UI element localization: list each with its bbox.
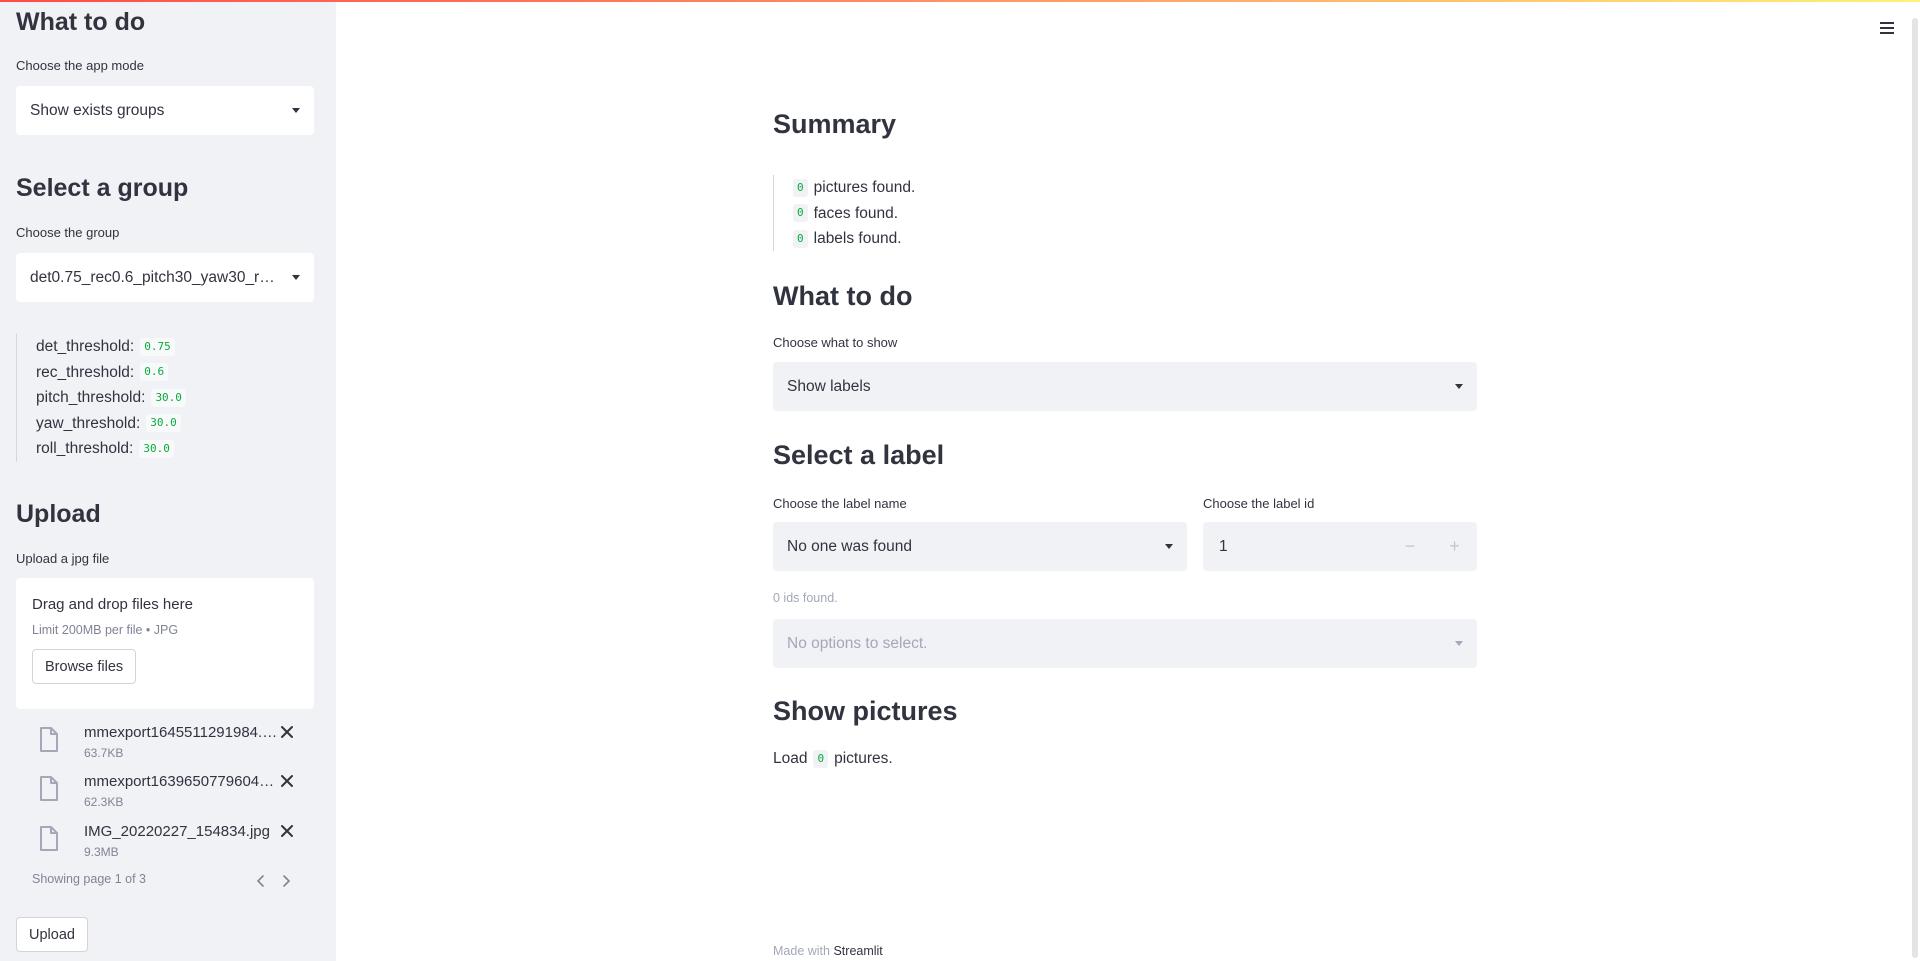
group-label: Choose the group [16, 225, 120, 240]
browse-files-button[interactable]: Browse files [32, 649, 137, 684]
upload-label: Upload a jpg file [16, 551, 110, 566]
top-decoration-bar [0, 0, 1920, 2]
group-params: det_threshold: 0.75 rec_threshold: 0.6 pit… [16, 334, 316, 462]
chevron-down-icon [1455, 641, 1463, 646]
file-icon [40, 776, 58, 801]
increment-button[interactable]: + [1432, 522, 1477, 571]
app-mode-label: Choose the app mode [16, 58, 144, 73]
param-value: 30.0 [146, 414, 181, 433]
sidebar-mode-heading: What to do [16, 8, 146, 36]
param-row: det_threshold: 0.75 [36, 334, 316, 360]
load-count: 0 [813, 750, 829, 768]
file-dropzone[interactable]: Drag and drop files here Limit 200MB per… [16, 578, 314, 709]
summary-block: 0 pictures found. 0 faces found. 0 labels f… [773, 175, 915, 251]
close-icon[interactable] [280, 774, 294, 788]
app-mode-select[interactable]: Show exists groups [16, 86, 314, 135]
label-id-label: Choose the label id [1203, 496, 1315, 511]
uploaded-file: mmexport1645511291984.jpg 63.7KB [36, 723, 306, 769]
sidebar: What to do Choose the app mode Show exis… [0, 0, 336, 961]
uploaded-file: mmexport1639650779604.jpg 62.3KB [36, 772, 306, 818]
param-value: 0.6 [140, 363, 169, 382]
summary-row: 0 pictures found. [793, 175, 915, 201]
chevron-left-icon[interactable] [255, 874, 267, 888]
footer: Made with Streamlit [773, 944, 883, 958]
group-value: det0.75_rec0.6_pitch30_yaw30_roll30 [30, 268, 282, 286]
show-value: Show labels [787, 377, 871, 395]
label-name-label: Choose the label name [773, 496, 907, 511]
scrollbar[interactable] [1912, 18, 1918, 958]
summary-row: 0 labels found. [793, 226, 915, 252]
file-size: 63.7KB [84, 746, 124, 760]
file-size: 9.3MB [84, 845, 119, 859]
param-row: yaw_threshold: 30.0 [36, 411, 316, 437]
label-name-value: No one was found [787, 537, 912, 555]
options-placeholder: No options to select. [787, 634, 928, 652]
chevron-down-icon [292, 108, 300, 113]
limit-text: Limit 200MB per file • JPG [32, 623, 179, 637]
main-content: Summary 0 pictures found. 0 faces found. 0… [336, 0, 1920, 961]
file-size: 62.3KB [84, 795, 124, 809]
file-name: IMG_20220227_154834.jpg [84, 823, 270, 840]
chevron-down-icon [1455, 384, 1463, 389]
todo-heading: What to do [773, 281, 913, 311]
param-value: 0.75 [140, 337, 175, 356]
summary-row: 0 faces found. [793, 201, 915, 227]
sidebar-group-heading: Select a group [16, 174, 189, 202]
pictures-heading: Show pictures [773, 696, 958, 726]
label-id-input[interactable] [1203, 522, 1388, 571]
pagination-text: Showing page 1 of 3 [32, 872, 146, 886]
summary-count: 0 [793, 204, 808, 223]
param-row: rec_threshold: 0.6 [36, 360, 316, 386]
ids-found-text: 0 ids found. [773, 591, 838, 605]
label-name-select[interactable]: No one was found [773, 522, 1187, 571]
decrement-button[interactable]: − [1388, 522, 1432, 571]
file-name: mmexport1645511291984.jpg [84, 724, 278, 741]
label-id-stepper: − + [1203, 522, 1477, 571]
label-heading: Select a label [773, 440, 945, 470]
file-name: mmexport1639650779604.jpg [84, 773, 278, 790]
show-select[interactable]: Show labels [773, 362, 1477, 411]
uploaded-file: IMG_20220227_154834.jpg 9.3MB [36, 822, 306, 868]
summary-count: 0 [793, 178, 808, 197]
group-select[interactable]: det0.75_rec0.6_pitch30_yaw30_roll30 [16, 253, 314, 302]
upload-button[interactable]: Upload [16, 917, 88, 952]
file-icon [40, 727, 58, 752]
show-label: Choose what to show [773, 335, 898, 350]
chevron-down-icon [292, 275, 300, 280]
chevron-down-icon [1165, 544, 1173, 549]
close-icon[interactable] [280, 824, 294, 838]
sidebar-upload-heading: Upload [16, 500, 101, 528]
streamlit-link[interactable]: Streamlit [833, 944, 882, 958]
app-mode-value: Show exists groups [30, 101, 165, 119]
param-row: roll_threshold: 30.0 [36, 436, 316, 462]
param-row: pitch_threshold: 30.0 [36, 385, 316, 411]
load-text: Load 0 pictures. [773, 750, 893, 768]
close-icon[interactable] [280, 725, 294, 739]
param-value: 30.0 [139, 439, 174, 458]
chevron-right-icon[interactable] [280, 874, 292, 888]
param-value: 30.0 [151, 388, 186, 407]
hamburger-menu-icon[interactable] [1879, 20, 1895, 36]
file-icon [40, 826, 58, 851]
summary-count: 0 [793, 229, 808, 248]
summary-heading: Summary [773, 109, 897, 139]
drop-text: Drag and drop files here [32, 596, 193, 613]
options-select[interactable]: No options to select. [773, 619, 1477, 668]
